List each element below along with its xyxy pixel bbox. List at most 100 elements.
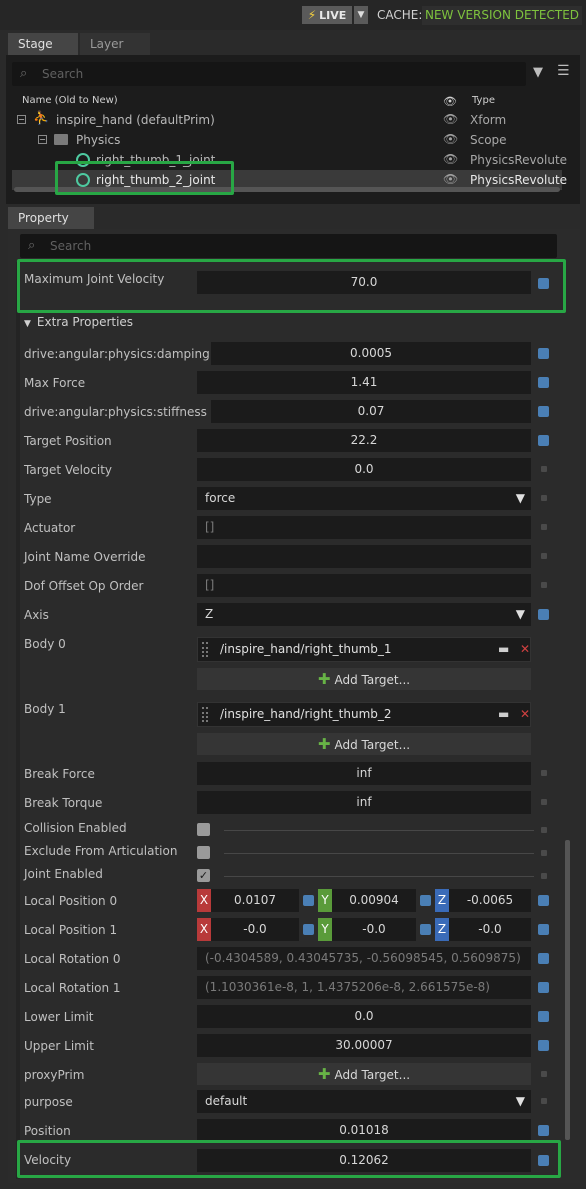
max-force-field[interactable]: 1.41 — [197, 371, 531, 394]
stage-search-input[interactable]: ⌕ Search — [12, 62, 526, 86]
lower-limit-field[interactable]: 0.0 — [197, 1005, 531, 1028]
remove-icon[interactable]: ✕ — [520, 707, 530, 721]
property-search-placeholder: Search — [50, 239, 92, 253]
purpose-dropdown[interactable]: default ▼ — [197, 1090, 531, 1113]
override-mark[interactable] — [538, 1125, 549, 1136]
eye-icon[interactable]: 👁 — [443, 152, 458, 166]
local-pos0-x[interactable]: 0.0107 — [211, 889, 299, 912]
target-velocity-field[interactable]: 0.0 — [197, 458, 531, 481]
tab-stage[interactable]: Stage — [8, 33, 78, 55]
local-pos1-y[interactable]: -0.0 — [332, 918, 416, 941]
prop-label: Local Rotation 0 — [24, 952, 121, 966]
override-mark[interactable] — [538, 1040, 549, 1051]
local-pos1-z[interactable]: -0.0 — [449, 918, 531, 941]
joint-enabled-checkbox[interactable]: ✓ — [197, 869, 210, 882]
stiffness-field[interactable]: 0.07 — [211, 400, 531, 423]
folder-icon[interactable]: ▬ — [498, 707, 509, 721]
override-mark[interactable] — [303, 895, 314, 906]
override-mark[interactable] — [538, 435, 549, 446]
override-mark[interactable] — [538, 982, 549, 993]
override-mark[interactable] — [538, 609, 549, 620]
override-mark[interactable] — [538, 406, 549, 417]
default-mark[interactable] — [541, 524, 547, 530]
local-pos1-x[interactable]: -0.0 — [211, 918, 299, 941]
type-dropdown[interactable]: force ▼ — [197, 487, 531, 510]
local-pos0-z[interactable]: -0.0065 — [449, 889, 531, 912]
override-mark[interactable] — [538, 953, 549, 964]
collision-enabled-checkbox[interactable] — [197, 823, 210, 836]
default-mark[interactable] — [541, 873, 547, 879]
prop-row: Actuator [] — [18, 516, 564, 545]
override-mark[interactable] — [303, 924, 314, 935]
break-force-field[interactable]: inf — [197, 762, 531, 785]
eye-icon[interactable]: 👁 — [443, 172, 458, 186]
drag-handle-icon[interactable] — [202, 642, 208, 657]
override-mark[interactable] — [538, 348, 549, 359]
default-mark[interactable] — [541, 495, 547, 501]
eye-icon[interactable]: 👁 — [443, 112, 458, 126]
extra-properties-header[interactable]: ▼ Extra Properties — [24, 315, 133, 329]
override-mark[interactable] — [420, 924, 431, 935]
drag-handle-icon[interactable] — [202, 707, 208, 722]
default-mark[interactable] — [541, 466, 547, 472]
tree-row[interactable]: − ⛹ inspire_hand (defaultPrim) 👁 Xform — [12, 110, 562, 130]
default-mark[interactable] — [541, 1071, 547, 1077]
menu-icon[interactable]: ☰ — [557, 63, 570, 79]
axis-dropdown[interactable]: Z ▼ — [197, 603, 531, 626]
default-mark[interactable] — [541, 770, 547, 776]
default-mark[interactable] — [541, 582, 547, 588]
actuator-field[interactable]: [] — [197, 516, 531, 539]
prop-label: Collision Enabled — [24, 821, 127, 835]
joint-name-override-field[interactable] — [197, 545, 531, 568]
filter-icon[interactable]: ▼ — [533, 65, 543, 80]
position-field[interactable]: 0.01018 — [197, 1119, 531, 1142]
body0-path[interactable]: /inspire_hand/right_thumb_1 — [220, 642, 392, 656]
folder-icon[interactable]: ▬ — [498, 642, 509, 656]
prop-label: Lower Limit — [24, 1010, 94, 1024]
prop-label: Body 0 — [24, 637, 66, 651]
override-mark[interactable] — [538, 377, 549, 388]
prop-label: Local Position 1 — [24, 923, 118, 937]
local-rot1-field[interactable]: (1.1030361e-8, 1, 1.4375206e-8, 2.661575… — [197, 976, 531, 999]
target-position-field[interactable]: 22.2 — [197, 429, 531, 452]
default-mark[interactable] — [541, 827, 547, 833]
tab-property[interactable]: Property — [8, 207, 94, 229]
body0-add-target-button[interactable]: ✚ Add Target... — [197, 668, 531, 690]
tree-row[interactable]: − Physics 👁 Scope — [12, 130, 562, 150]
remove-icon[interactable]: ✕ — [520, 642, 530, 656]
eye-icon[interactable]: 👁 — [443, 132, 458, 146]
override-mark[interactable] — [538, 924, 549, 935]
default-mark[interactable] — [541, 553, 547, 559]
default-mark[interactable] — [541, 799, 547, 805]
dof-offset-field[interactable]: [] — [197, 574, 531, 597]
break-torque-field[interactable]: inf — [197, 791, 531, 814]
proxy-prim-add-target-button[interactable]: ✚ Add Target... — [197, 1063, 531, 1085]
column-name[interactable]: Name (Old to New) — [22, 95, 118, 106]
override-mark[interactable] — [538, 1011, 549, 1022]
default-mark[interactable] — [541, 1098, 547, 1104]
body1-add-target-button[interactable]: ✚ Add Target... — [197, 733, 531, 755]
upper-limit-field[interactable]: 30.00007 — [197, 1034, 531, 1057]
default-mark[interactable] — [541, 850, 547, 856]
exclude-articulation-checkbox[interactable] — [197, 846, 210, 859]
vertical-scrollbar[interactable] — [565, 840, 570, 1140]
cache-label: CACHE: — [377, 8, 423, 22]
collapse-icon[interactable]: − — [17, 115, 26, 124]
property-search-input[interactable]: ⌕ Search — [20, 234, 557, 258]
body1-path[interactable]: /inspire_hand/right_thumb_2 — [220, 707, 392, 721]
local-pos0-y[interactable]: 0.00904 — [332, 889, 416, 912]
tree-row-name: Physics — [76, 133, 121, 147]
damping-field[interactable]: 0.0005 — [211, 342, 531, 365]
search-icon: ⌕ — [20, 66, 28, 81]
override-mark[interactable] — [538, 895, 549, 906]
z-axis-label: Z — [435, 889, 449, 912]
override-mark[interactable] — [420, 895, 431, 906]
tab-layer[interactable]: Layer — [80, 33, 150, 55]
local-rot0-field[interactable]: (-0.4304589, 0.43045735, -0.56098545, 0.… — [197, 947, 531, 970]
chevron-down-icon: ▼ — [357, 10, 365, 20]
cache-status: NEW VERSION DETECTED — [422, 6, 583, 25]
column-type[interactable]: Type — [472, 95, 495, 106]
collapse-icon[interactable]: − — [38, 135, 47, 144]
live-button[interactable]: ⚡ LIVE — [302, 6, 352, 24]
live-dropdown-button[interactable]: ▼ — [354, 6, 368, 24]
